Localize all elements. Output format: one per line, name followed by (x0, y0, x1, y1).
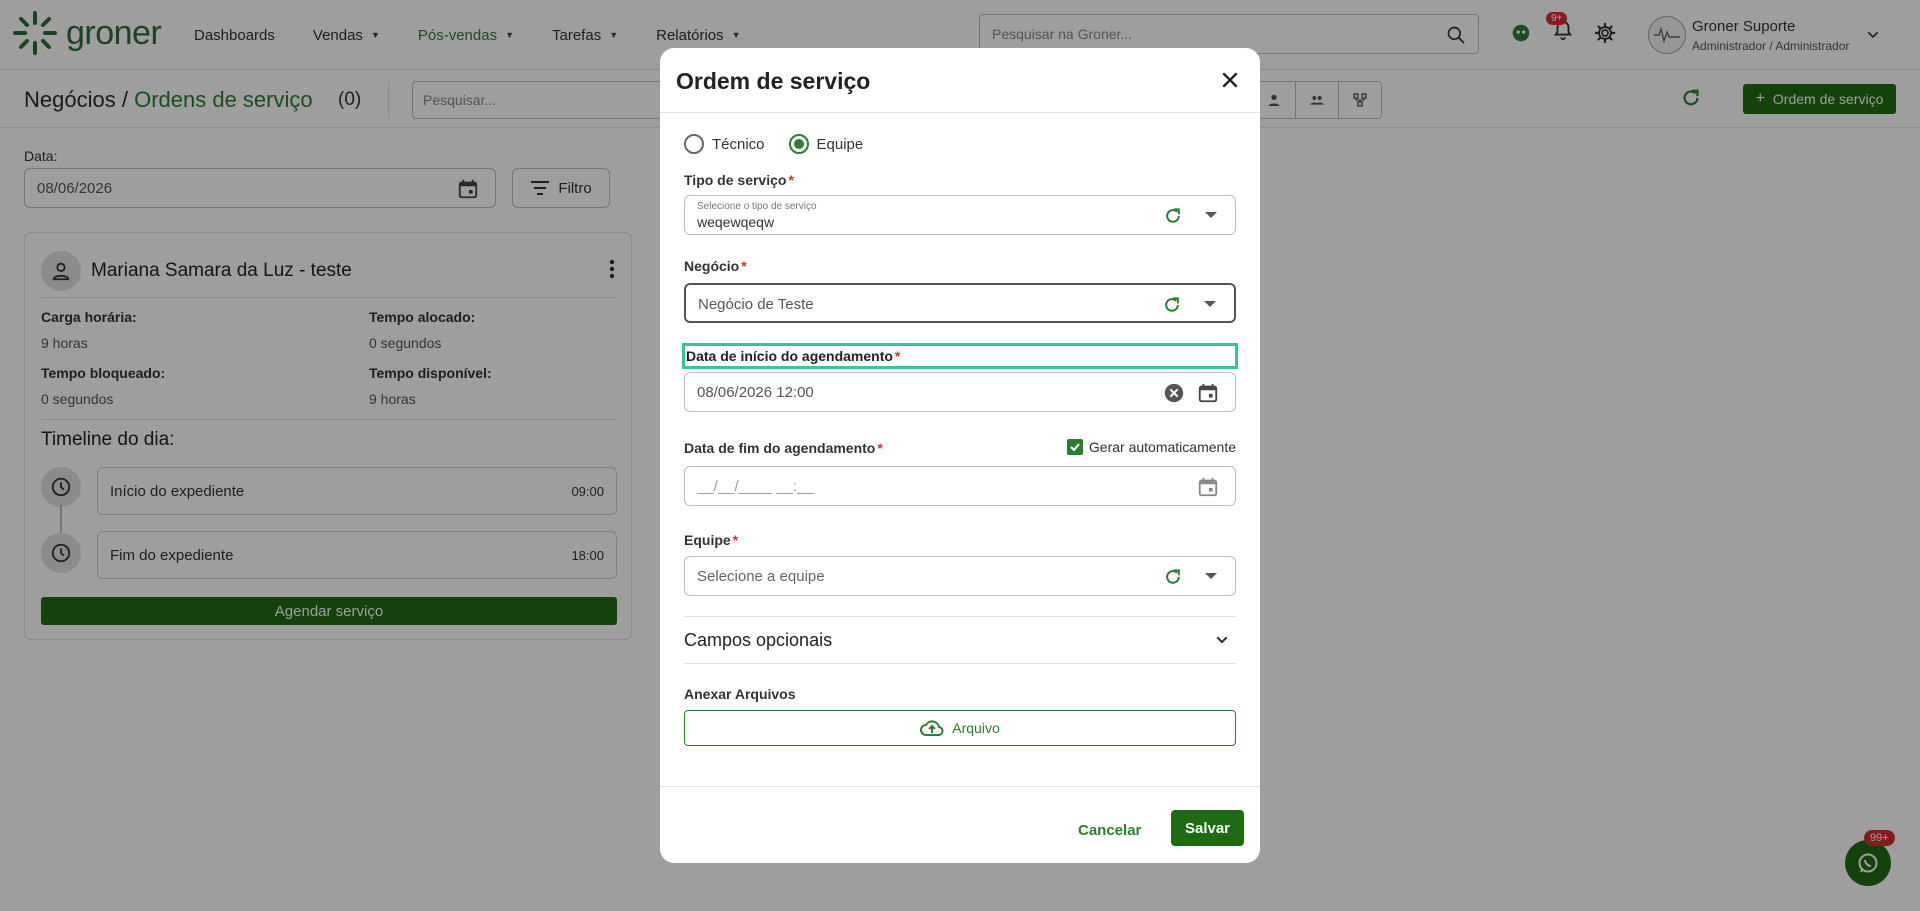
refresh-icon[interactable] (1163, 206, 1183, 226)
end-date-placeholder: __/__/____ __:__ (697, 478, 814, 495)
radio-tecnico-label[interactable]: Técnico (712, 136, 765, 153)
start-date-label-text: Data de início do agendamento (686, 348, 893, 364)
required-asterisk: * (732, 532, 739, 548)
checkbox-checked[interactable] (1066, 439, 1083, 455)
start-date-input[interactable]: 08/06/2026 12:00 (684, 372, 1236, 412)
dialog-footer-divider (660, 786, 1260, 787)
team-select[interactable]: Selecione a equipe (684, 556, 1236, 596)
start-date-value: 08/06/2026 12:00 (697, 384, 814, 401)
end-date-label-text: Data de fim do agendamento (684, 440, 876, 456)
required-asterisk: * (788, 172, 794, 188)
attach-file-label: Arquivo (952, 720, 1000, 736)
deal-label-text: Negócio (684, 258, 740, 274)
dialog-header-divider (660, 112, 1260, 113)
cloud-upload-icon (920, 720, 944, 736)
dropdown-arrow-icon[interactable] (1204, 301, 1216, 307)
service-type-value: weqewqeqw (697, 214, 775, 230)
service-type-label-text: Tipo de serviço (684, 172, 787, 188)
cancel-button[interactable]: Cancelar (1078, 822, 1141, 839)
team-label: Equipe * (684, 532, 738, 548)
clear-icon[interactable] (1163, 382, 1185, 404)
attach-files-label: Anexar Arquivos (684, 686, 796, 702)
dialog-title: Ordem de serviço (676, 68, 871, 94)
service-type-select[interactable]: Selecione o tipo de serviço weqewqeqw (684, 195, 1236, 235)
calendar-icon[interactable] (1197, 476, 1219, 498)
chevron-down-icon (1216, 636, 1228, 644)
service-type-sublabel: Selecione o tipo de serviço (697, 201, 817, 212)
optional-fields-label: Campos opcionais (684, 629, 833, 650)
optional-fields-accordion[interactable]: Campos opcionais (684, 616, 1236, 664)
required-asterisk: * (877, 440, 883, 456)
refresh-icon[interactable] (1163, 567, 1183, 587)
team-placeholder: Selecione a equipe (697, 568, 825, 585)
deal-value: Negócio de Teste (698, 296, 814, 313)
deal-label: Negócio * (684, 258, 747, 274)
end-date-input[interactable]: __/__/____ __:__ (684, 466, 1236, 506)
service-type-label: Tipo de serviço * (684, 172, 794, 188)
dropdown-arrow-icon[interactable] (1205, 212, 1217, 218)
close-icon[interactable] (1222, 72, 1238, 88)
team-label-text: Equipe (684, 532, 731, 548)
auto-generate-checkbox[interactable]: Gerar automaticamente (1066, 439, 1236, 455)
save-button[interactable]: Salvar (1171, 810, 1244, 846)
required-asterisk: * (894, 348, 901, 364)
radio-tecnico[interactable] (684, 134, 704, 154)
start-date-label: Data de início do agendamento * (682, 343, 1238, 369)
radio-equipe-label[interactable]: Equipe (817, 136, 864, 153)
attach-file-button[interactable]: Arquivo (684, 710, 1236, 746)
deal-select[interactable]: Negócio de Teste (684, 283, 1236, 323)
assignee-type-radio-group: Técnico Equipe (684, 134, 863, 154)
auto-generate-label[interactable]: Gerar automaticamente (1089, 439, 1236, 455)
end-date-label: Data de fim do agendamento * (684, 440, 883, 456)
refresh-icon[interactable] (1162, 295, 1182, 315)
radio-equipe[interactable] (788, 134, 809, 154)
calendar-icon[interactable] (1197, 382, 1219, 404)
check-icon (1070, 443, 1080, 452)
required-asterisk: * (741, 258, 747, 274)
service-order-dialog: Ordem de serviço Técnico Equipe Tipo de … (660, 48, 1260, 863)
dropdown-arrow-icon[interactable] (1205, 573, 1217, 579)
